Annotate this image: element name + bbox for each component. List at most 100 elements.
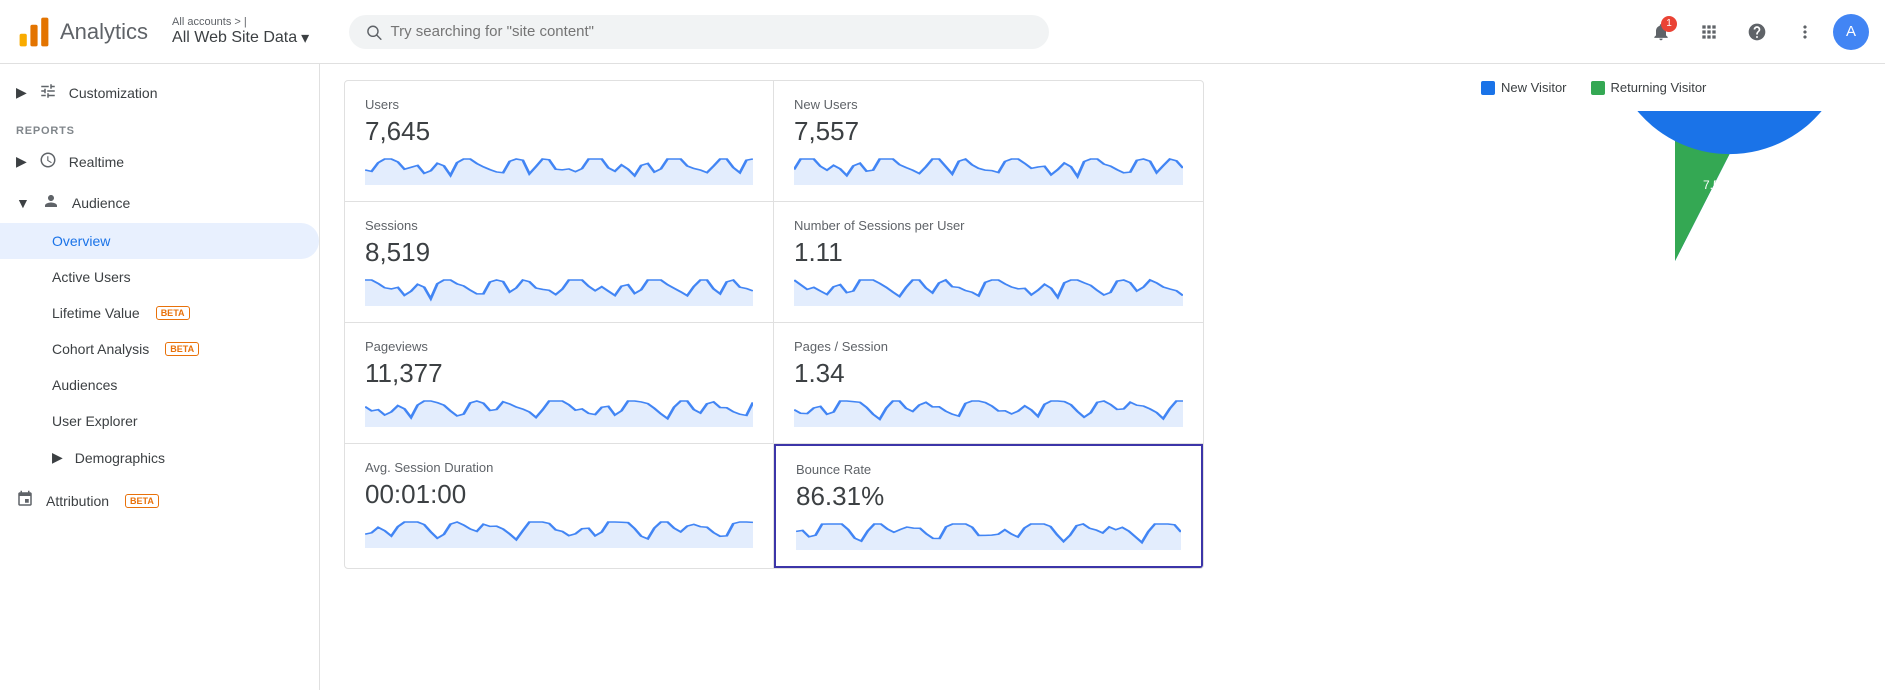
help-button[interactable] <box>1737 12 1777 52</box>
metric-cell-new-users: New Users 7,557 <box>774 81 1203 202</box>
search-icon <box>365 23 382 41</box>
sparkline <box>365 276 753 306</box>
sparkline <box>365 155 753 185</box>
sidebar-realtime-label: Realtime <box>69 154 124 170</box>
legend: New Visitor Returning Visitor <box>1481 80 1869 95</box>
attribution-beta-badge: BETA <box>125 494 159 508</box>
sidebar-audiences-label: Audiences <box>52 377 117 393</box>
cohort-analysis-beta-badge: BETA <box>165 342 199 356</box>
reports-section-label: REPORTS <box>0 113 319 141</box>
sidebar-audience-label: Audience <box>72 195 130 211</box>
topbar: Analytics All accounts > | All Web Site … <box>0 0 1885 64</box>
audience-icon <box>42 192 60 213</box>
logo-icon <box>16 14 52 50</box>
metric-value: 00:01:00 <box>365 479 753 510</box>
notification-badge: 1 <box>1661 16 1677 32</box>
sparkline <box>794 276 1183 306</box>
metric-cell-pageviews: Pageviews 11,377 <box>345 323 774 444</box>
account-selector[interactable]: All accounts > | All Web Site Data ▾ <box>172 16 309 48</box>
realtime-icon <box>39 151 57 172</box>
account-name[interactable]: All Web Site Data ▾ <box>172 28 309 48</box>
sparkline <box>794 155 1183 185</box>
legend-new-visitor: New Visitor <box>1481 80 1567 95</box>
metric-label: Bounce Rate <box>796 462 1181 477</box>
sidebar-item-audience[interactable]: ▼ Audience <box>0 182 319 223</box>
new-pct-label: 92.5% <box>1655 298 1700 315</box>
sidebar-item-lifetime-value[interactable]: Lifetime Value BETA <box>0 295 319 331</box>
sidebar-item-attribution[interactable]: Attribution BETA <box>0 480 319 521</box>
metric-value: 1.11 <box>794 237 1183 268</box>
help-icon <box>1747 22 1767 42</box>
notification-button[interactable]: 1 <box>1641 12 1681 52</box>
metric-value: 7,557 <box>794 116 1183 147</box>
sidebar-customization-label: Customization <box>69 85 158 101</box>
sidebar-item-audiences[interactable]: Audiences <box>0 367 319 403</box>
dropdown-arrow-icon: ▾ <box>301 28 309 48</box>
metric-value: 7,645 <box>365 116 753 147</box>
pie-returning-visitor-slice <box>1675 141 1730 261</box>
search-bar[interactable] <box>349 15 1049 49</box>
sparkline <box>794 397 1183 427</box>
metric-cell-sessions: Sessions 8,519 <box>345 202 774 323</box>
audience-expand-icon: ▼ <box>16 195 30 211</box>
right-panel: New Visitor Returning Visitor <box>1465 64 1885 690</box>
topbar-actions: 1 A <box>1641 12 1869 52</box>
metrics-grid: Users 7,645 New Users 7,557 Sessions 8,519 Num… <box>344 80 1204 569</box>
metric-value: 11,377 <box>365 358 753 389</box>
metric-cell-avg-session-duration: Avg. Session Duration 00:01:00 <box>345 444 774 568</box>
sidebar-item-realtime[interactable]: ▶ Realtime <box>0 141 319 182</box>
sidebar: ▶ Customization REPORTS ▶ Realtime ▼ Aud… <box>0 64 320 690</box>
pie-chart: 92.5% 7.5% <box>1525 111 1825 411</box>
sidebar-cohort-analysis-label: Cohort Analysis <box>52 341 149 357</box>
sidebar-item-cohort-analysis[interactable]: Cohort Analysis BETA <box>0 331 319 367</box>
sidebar-active-users-label: Active Users <box>52 269 131 285</box>
metric-label: New Users <box>794 97 1183 112</box>
sidebar-overview-label: Overview <box>52 233 110 249</box>
search-input[interactable] <box>390 23 1033 40</box>
pie-chart-container: 92.5% 7.5% <box>1481 111 1869 411</box>
logo: Analytics <box>16 14 148 50</box>
metric-cell-users: Users 7,645 <box>345 81 774 202</box>
sidebar-item-demographics[interactable]: ▶ Demographics <box>0 439 319 476</box>
sidebar-item-active-users[interactable]: Active Users <box>0 259 319 295</box>
demographics-expand-icon: ▶ <box>52 449 63 466</box>
metric-label: Pageviews <box>365 339 753 354</box>
apps-button[interactable] <box>1689 12 1729 52</box>
new-visitor-dot <box>1481 81 1495 95</box>
sparkline <box>365 518 753 548</box>
sidebar-item-overview[interactable]: Overview <box>0 223 319 259</box>
apps-icon <box>1699 22 1719 42</box>
customization-expand-icon: ▶ <box>16 84 27 101</box>
metric-cell-number-of-sessions-per-user: Number of Sessions per User 1.11 <box>774 202 1203 323</box>
main-layout: ▶ Customization REPORTS ▶ Realtime ▼ Aud… <box>0 64 1885 690</box>
sidebar-user-explorer-label: User Explorer <box>52 413 138 429</box>
sparkline <box>365 397 753 427</box>
metric-label: Number of Sessions per User <box>794 218 1183 233</box>
sidebar-item-customization[interactable]: ▶ Customization <box>0 72 319 113</box>
metric-cell-pages--session: Pages / Session1.34 <box>774 323 1203 444</box>
metric-label: Sessions <box>365 218 753 233</box>
attribution-icon <box>16 490 34 511</box>
more-vert-icon <box>1795 22 1815 42</box>
metric-value: 86.31% <box>796 481 1181 512</box>
content-area: Users 7,645 New Users 7,557 Sessions 8,519 Num… <box>320 64 1465 690</box>
sidebar-lifetime-value-label: Lifetime Value <box>52 305 140 321</box>
account-breadcrumb: All accounts > | <box>172 16 309 28</box>
metric-label: Avg. Session Duration <box>365 460 753 475</box>
avatar[interactable]: A <box>1833 14 1869 50</box>
more-button[interactable] <box>1785 12 1825 52</box>
metric-value: 8,519 <box>365 237 753 268</box>
app-title: Analytics <box>60 19 148 45</box>
metric-label: Users <box>365 97 753 112</box>
metric-cell-bounce-rate: Bounce Rate 86.31% <box>774 444 1203 568</box>
metric-value: 1.34 <box>794 358 1183 389</box>
returning-visitor-label: Returning Visitor <box>1611 80 1707 95</box>
returning-pct-label: 7.5% <box>1703 178 1731 192</box>
sidebar-attribution-label: Attribution <box>46 493 109 509</box>
new-visitor-label: New Visitor <box>1501 80 1567 95</box>
realtime-expand-icon: ▶ <box>16 153 27 170</box>
lifetime-value-beta-badge: BETA <box>156 306 190 320</box>
sidebar-item-user-explorer[interactable]: User Explorer <box>0 403 319 439</box>
legend-returning-visitor: Returning Visitor <box>1591 80 1707 95</box>
sidebar-demographics-label: Demographics <box>75 450 165 466</box>
